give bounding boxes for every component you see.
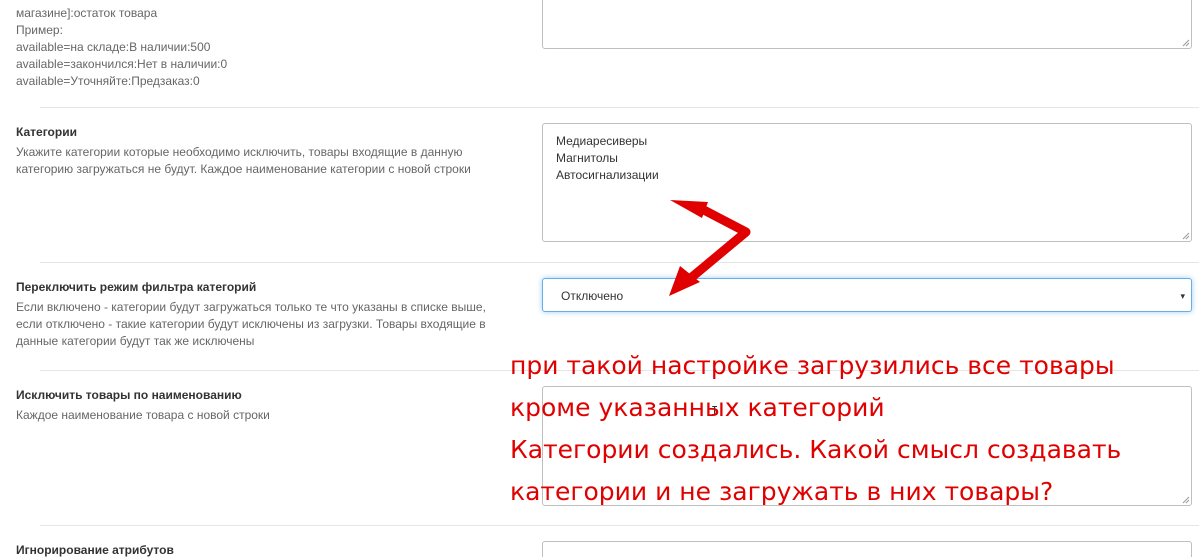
- top-field-desc-line: available=закончился:Нет в наличии:0: [16, 57, 228, 71]
- resize-grip-icon[interactable]: [1182, 39, 1190, 47]
- exclude-products-textarea[interactable]: [542, 386, 1192, 506]
- category-value: Магнитолы: [556, 151, 618, 165]
- resize-grip-icon[interactable]: [1182, 232, 1190, 240]
- categories-title: Категории: [16, 125, 77, 139]
- text-cursor-icon: I: [711, 404, 719, 418]
- top-field-desc-line: Пример:: [16, 23, 63, 37]
- top-field-textarea[interactable]: [542, 0, 1192, 49]
- filter-mode-selected-value: Отключено: [561, 289, 624, 303]
- categories-description: Укажите категории которые необходимо иск…: [16, 145, 471, 176]
- chevron-down-icon[interactable]: ▾: [1180, 279, 1185, 313]
- ignore-attributes-textarea[interactable]: [542, 541, 1192, 557]
- top-field-desc-line: available=Уточняйте:Предзаказ:0: [16, 74, 200, 88]
- resize-grip-icon[interactable]: [1182, 496, 1190, 504]
- settings-page: магазине]:остаток товара Пример: availab…: [0, 0, 1199, 557]
- filter-mode-description: Если включено - категории будут загружат…: [16, 300, 486, 348]
- ignore-attributes-label: Игнорирование атрибутов: [16, 542, 486, 557]
- filter-mode-title: Переключить режим фильтра категорий: [16, 280, 257, 294]
- exclude-products-label: Исключить товары по наименованию Каждое …: [16, 387, 486, 424]
- exclude-products-title: Исключить товары по наименованию: [16, 388, 242, 402]
- top-field-label: магазине]:остаток товара Пример: availab…: [16, 0, 486, 90]
- top-field-desc-line: магазине]:остаток товара: [16, 6, 158, 20]
- categories-textarea[interactable]: Медиаресиверы Магнитолы Автосигнализации: [542, 123, 1192, 242]
- ignore-attributes-title: Игнорирование атрибутов: [16, 543, 174, 557]
- top-field-desc-line: available=на складе:В наличии:500: [16, 40, 211, 54]
- filter-mode-select[interactable]: Отключено ▾: [542, 278, 1192, 312]
- exclude-products-description: Каждое наименование товара с новой строк…: [16, 408, 270, 422]
- category-value: Автосигнализации: [556, 168, 659, 182]
- category-value: Медиаресиверы: [556, 134, 648, 148]
- categories-label: Категории Укажите категории которые необ…: [16, 124, 486, 178]
- filter-mode-label: Переключить режим фильтра категорий Если…: [16, 279, 486, 350]
